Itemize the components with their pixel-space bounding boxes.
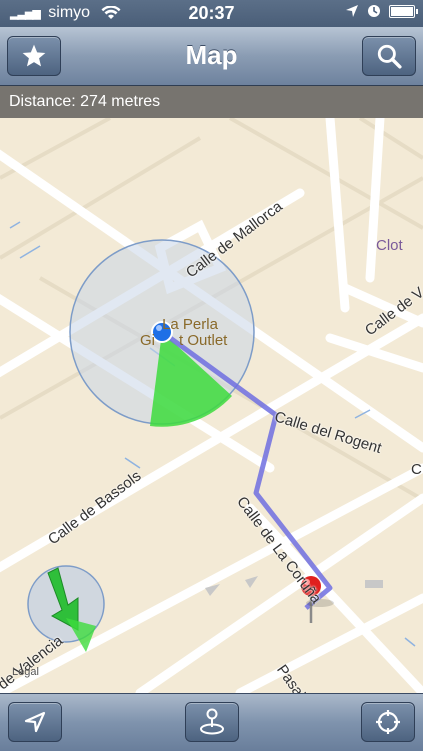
poi-label: La Perla (140, 316, 240, 333)
poi-label-line2: Gi t Outlet (140, 332, 227, 349)
search-icon (377, 44, 402, 69)
poi-label-fragment: Gi (140, 332, 155, 349)
map-canvas[interactable] (0, 118, 423, 693)
distance-label: Distance: 274 metres (9, 93, 161, 110)
poi-label-fragment: t Outlet (179, 332, 228, 349)
crosshair-button[interactable] (361, 702, 415, 742)
clock-icon (368, 5, 380, 17)
joystick-icon (200, 708, 224, 735)
bottom-toolbar (0, 693, 423, 751)
status-right-icons (345, 4, 418, 18)
street-label: C (411, 461, 422, 478)
location-arrow-icon (24, 711, 46, 733)
navigation-bar: Map (0, 27, 423, 86)
battery-icon (389, 4, 418, 18)
joystick-button[interactable] (185, 702, 239, 742)
status-bar: ▂▃▅▆ simyo 20:37 (0, 0, 423, 27)
poi-label-line1: La Perla (162, 316, 218, 333)
distance-banner: Distance: 274 metres (0, 86, 423, 118)
current-location-button[interactable] (8, 702, 62, 742)
legal-link[interactable]: Legal (12, 666, 39, 678)
crosshair-icon (376, 710, 400, 734)
map-view[interactable]: Calle de Mallorca Calle de V Calle del R… (0, 118, 423, 693)
district-label: Clot (376, 237, 403, 254)
page-title: Map (185, 40, 238, 70)
location-arrow-icon (346, 5, 358, 17)
search-button[interactable] (362, 36, 416, 76)
